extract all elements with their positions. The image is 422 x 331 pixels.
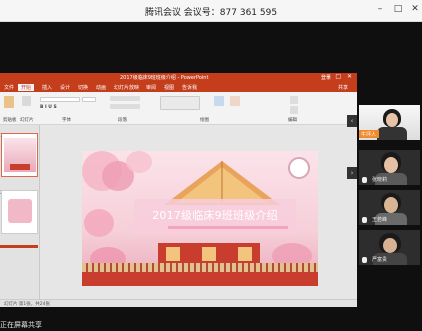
tab-design[interactable]: 设计 bbox=[60, 84, 70, 91]
tab-tellme[interactable]: 告诉我 bbox=[182, 84, 197, 91]
group-drawing: 绘图 bbox=[200, 118, 209, 123]
participant-face bbox=[384, 157, 398, 173]
tab-transitions[interactable]: 切换 bbox=[78, 84, 88, 91]
share-button[interactable]: 共享 bbox=[338, 84, 348, 91]
video-tile-4[interactable]: 严富贵 bbox=[359, 230, 420, 265]
quick-styles-icon[interactable] bbox=[230, 96, 240, 106]
shared-screen-area: 2017级临床9班班级介绍 - PowerPoint 登录 – □ ✕ 文件 开… bbox=[0, 22, 422, 318]
meeting-bottom-bar: 正在屏幕共享 bbox=[0, 318, 422, 331]
window-titlebar: 腾讯会议 会议号：877 361 595 – □ ✕ bbox=[0, 0, 422, 22]
ppt-titlebar: 2017级临床9班班级介绍 - PowerPoint 登录 – □ ✕ bbox=[0, 73, 357, 83]
participant-name-2: 张晓莉 bbox=[372, 177, 388, 183]
tab-slideshow[interactable]: 幻灯片放映 bbox=[114, 84, 139, 91]
slide-subtitle-band bbox=[168, 226, 288, 229]
prev-video-arrow-icon[interactable]: ‹ bbox=[347, 115, 357, 127]
replace-icon[interactable] bbox=[290, 106, 298, 114]
video-tile-2[interactable]: 张晓莉 bbox=[359, 150, 420, 185]
slide-thumbnail-2[interactable] bbox=[1, 190, 38, 234]
blossom-cluster bbox=[126, 151, 152, 173]
participant-name-3: 王若峰 bbox=[372, 217, 388, 223]
shapes-gallery[interactable] bbox=[160, 96, 200, 110]
mic-icon bbox=[362, 257, 367, 263]
temple-fence bbox=[82, 263, 318, 272]
maximize-icon[interactable]: □ bbox=[392, 4, 404, 14]
participant-face bbox=[383, 238, 397, 253]
slide-thumbnail-pane: 1 2 bbox=[0, 125, 40, 299]
school-logo bbox=[288, 157, 310, 179]
participant-name-4: 严富贵 bbox=[372, 257, 388, 263]
tab-view[interactable]: 视图 bbox=[164, 84, 174, 91]
minimize-icon[interactable]: – bbox=[374, 4, 386, 14]
arrange-icon[interactable] bbox=[214, 96, 224, 106]
screen-share-status: 正在屏幕共享 bbox=[0, 321, 42, 329]
slide-title: 2017级临床9班班级介绍 bbox=[152, 209, 278, 222]
align-icon[interactable] bbox=[110, 104, 140, 109]
group-paragraph: 段落 bbox=[118, 118, 127, 123]
ppt-statusbar: 幻灯片 第1张，共24张 bbox=[0, 299, 357, 307]
tab-animations[interactable]: 动画 bbox=[96, 84, 106, 91]
tab-home[interactable]: 开始 bbox=[18, 84, 35, 91]
tab-insert[interactable]: 插入 bbox=[42, 84, 52, 91]
group-slides: 幻灯片 bbox=[20, 118, 34, 123]
slide-count-status: 幻灯片 第1张，共24张 bbox=[4, 302, 51, 307]
group-clipboard: 剪贴板 bbox=[3, 118, 17, 123]
bold-icon[interactable]: B I U S bbox=[40, 105, 57, 110]
participant-name-1: 牛坪人 bbox=[361, 132, 377, 138]
font-name-box[interactable] bbox=[40, 97, 80, 102]
mic-icon bbox=[362, 177, 367, 183]
participant-face bbox=[384, 197, 398, 213]
video-tile-1[interactable]: 牛坪人 bbox=[359, 105, 420, 140]
close-icon[interactable]: ✕ bbox=[409, 4, 421, 14]
ribbon-tabs: 文件 开始 插入 设计 切换 动画 幻灯片放映 审阅 视图 告诉我 共享 bbox=[0, 83, 357, 92]
window-title: 腾讯会议 会议号：877 361 595 bbox=[144, 8, 278, 18]
tab-review[interactable]: 审阅 bbox=[146, 84, 156, 91]
video-tile-3[interactable]: 王若峰 bbox=[359, 190, 420, 225]
paste-icon[interactable] bbox=[4, 96, 14, 108]
ppt-window-controls[interactable]: – □ ✕ bbox=[326, 73, 354, 80]
thumb-divider bbox=[0, 245, 38, 248]
blossom-cluster bbox=[84, 209, 114, 237]
ribbon-toolbar: B I U S 剪贴板 幻灯片 字体 段落 绘图 编辑 bbox=[0, 92, 357, 125]
slide-edit-canvas[interactable]: 2017级临床9班班级介绍 bbox=[40, 125, 357, 299]
slide-thumbnail-1[interactable] bbox=[1, 133, 38, 177]
powerpoint-window: 2017级临床9班班级介绍 - PowerPoint 登录 – □ ✕ 文件 开… bbox=[0, 73, 357, 307]
find-icon[interactable] bbox=[290, 96, 298, 104]
new-slide-icon[interactable] bbox=[22, 96, 31, 106]
temple-base bbox=[82, 272, 318, 286]
current-slide[interactable]: 2017级临床9班班级介绍 bbox=[82, 151, 318, 286]
participant-video-strip: 牛坪人 张晓莉 王若峰 严富贵 bbox=[357, 105, 422, 275]
ppt-title: 2017级临床9班班级介绍 - PowerPoint bbox=[120, 75, 209, 81]
mic-icon bbox=[362, 217, 367, 223]
group-editing: 编辑 bbox=[288, 118, 297, 123]
font-size-box[interactable] bbox=[82, 97, 96, 102]
group-font: 字体 bbox=[62, 118, 71, 123]
participant-face bbox=[386, 113, 398, 127]
tab-file[interactable]: 文件 bbox=[4, 84, 14, 91]
next-video-arrow-icon[interactable]: › bbox=[347, 167, 357, 179]
bullets-icon[interactable] bbox=[110, 96, 140, 101]
